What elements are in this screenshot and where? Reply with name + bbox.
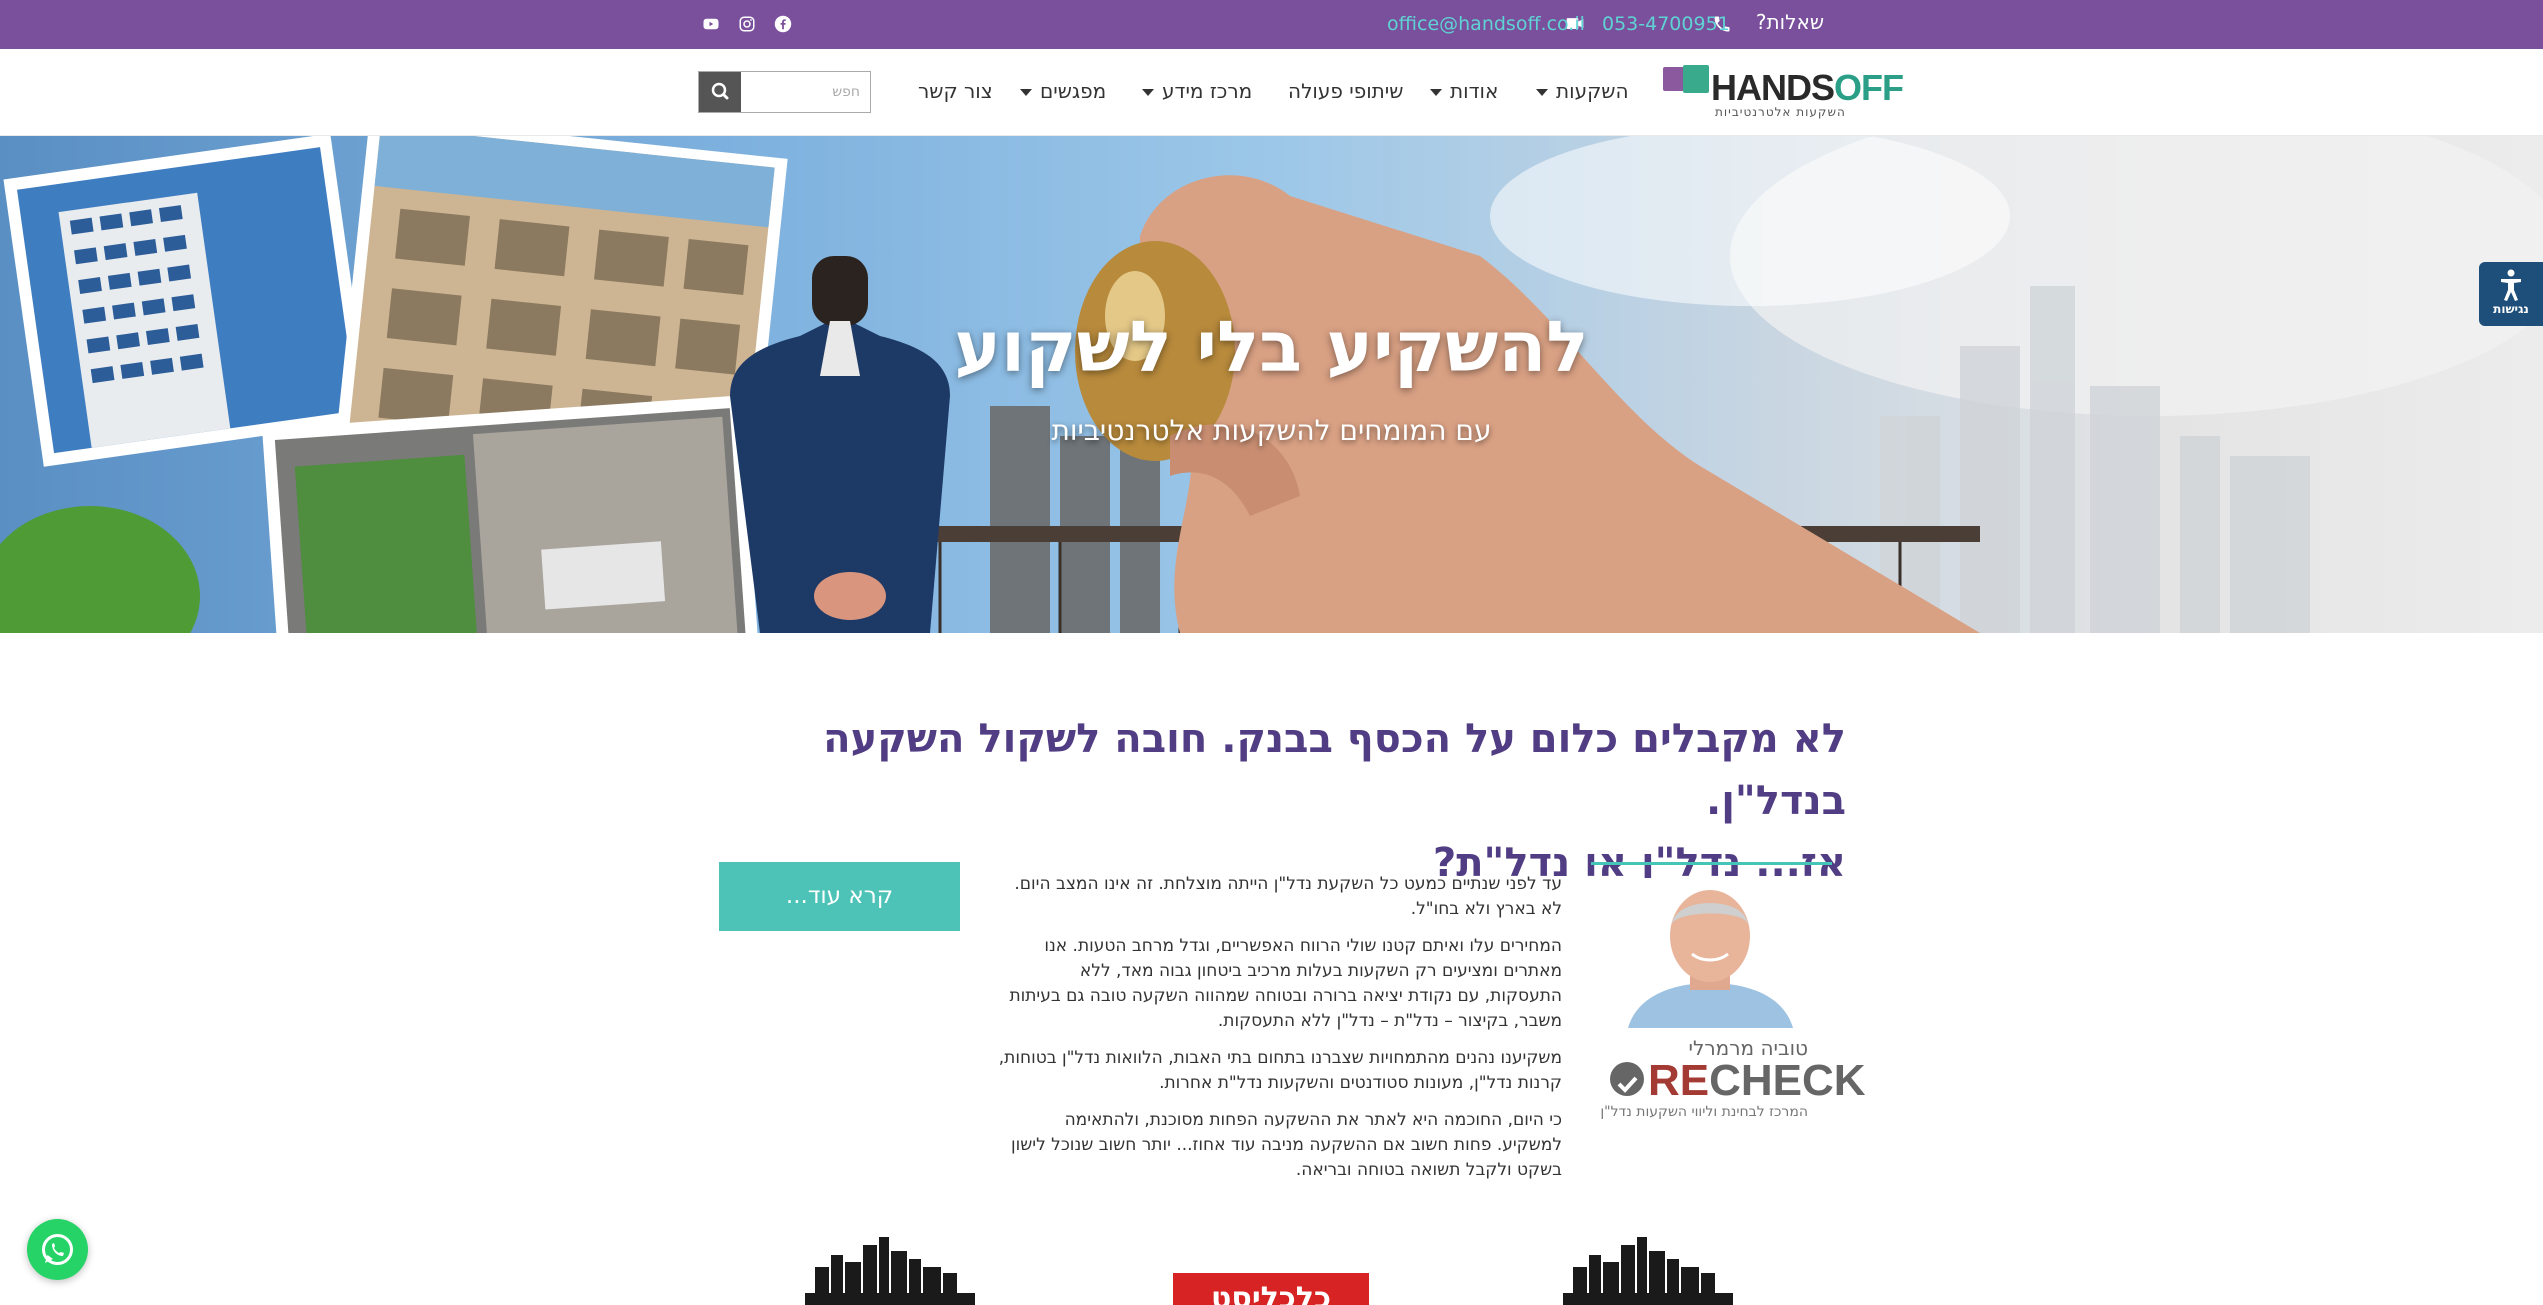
whatsapp-icon (42, 1234, 73, 1265)
top-bar: שאלות? 053-4700951 office@handsoff.co.il (0, 0, 2543, 49)
divider (1591, 862, 1832, 865)
search-icon (711, 82, 729, 100)
youtube-icon[interactable] (702, 15, 720, 33)
instagram-icon[interactable] (738, 15, 756, 33)
paragraph: המחירים עלו ואיתם קטנו שולי הרווח האפשרי… (1009, 936, 1562, 1031)
logo-wordmark: HANDSOFF (1711, 67, 1904, 108)
calcalist-logo[interactable]: כלכליסט (1173, 1273, 1369, 1305)
chevron-down-icon (1142, 89, 1154, 96)
accessibility-button[interactable]: נגישות (2479, 262, 2543, 326)
hero-subtitle: עם המומחים להשקעות אלטרנטיביות (1051, 414, 1492, 447)
paragraph: כי היום, החוכמה היא לאתר את ההשקעה הפחות… (1010, 1110, 1562, 1180)
search-box (698, 71, 871, 113)
hero-title: להשקיע בלי לשקוע (954, 306, 1589, 388)
phone-link[interactable]: 053-4700951 (1602, 13, 1730, 35)
logo-tagline: השקעות אלטרנטיביות (1715, 105, 1846, 119)
accessibility-label: נגישות (2493, 302, 2529, 316)
headline-line-1: לא מקבלים כלום על הכסף בבנק. חובה לשקול … (823, 716, 1846, 824)
chevron-down-icon (1020, 89, 1032, 96)
paragraph: משקיענו נהנים מהתמחויות שצברנו בתחום בתי… (998, 1048, 1562, 1093)
nav-item-partnerships[interactable]: שיתופי פעולה (1288, 79, 1403, 103)
logo-mark-green (1683, 65, 1709, 93)
checkmark-icon (1617, 1077, 1638, 1094)
read-more-button[interactable]: קרא עוד... (719, 862, 960, 931)
search-input[interactable] (741, 72, 870, 112)
questions-label: שאלות? (1755, 10, 1824, 34)
email-link[interactable]: office@handsoff.co.il (1387, 13, 1585, 35)
whatsapp-button[interactable] (27, 1219, 88, 1280)
hero-banner: להשקיע בלי לשקוע עם המומחים להשקעות אלטר… (0, 136, 2543, 633)
nav-item-contact[interactable]: צור קשר (918, 79, 993, 103)
nav-item-info-center[interactable]: מרכז מידע (1142, 79, 1252, 103)
intro-text: עד לפני שנתיים כמעט כל השקעת נדל"ן הייתה… (998, 872, 1562, 1195)
chevron-down-icon (1430, 89, 1442, 96)
paragraph: עד לפני שנתיים כמעט כל השקעת נדל"ן הייתה… (1014, 874, 1562, 919)
chevron-down-icon (1536, 89, 1548, 96)
site-logo[interactable]: HANDSOFF השקעות אלטרנטיביות (1663, 65, 1904, 119)
recheck-tagline: המרכז לבחינת וליווי השקעות נדל"ן (1600, 1104, 1808, 1120)
nav-item-about[interactable]: אודות (1430, 79, 1498, 103)
recheck-logo: RECHECK (1610, 1056, 1866, 1106)
facebook-icon[interactable] (774, 15, 792, 33)
nav-item-investments[interactable]: השקעות (1536, 79, 1629, 103)
real-estate-skyline-logo[interactable] (795, 1237, 985, 1305)
real-estate-skyline-logo[interactable] (1553, 1237, 1743, 1305)
search-button[interactable] (699, 72, 741, 112)
accessibility-icon (2501, 269, 2521, 301)
nav-item-meetings[interactable]: מפגשים (1020, 79, 1106, 103)
site-header: HANDSOFF השקעות אלטרנטיביות השקעות אודות… (0, 49, 2543, 136)
